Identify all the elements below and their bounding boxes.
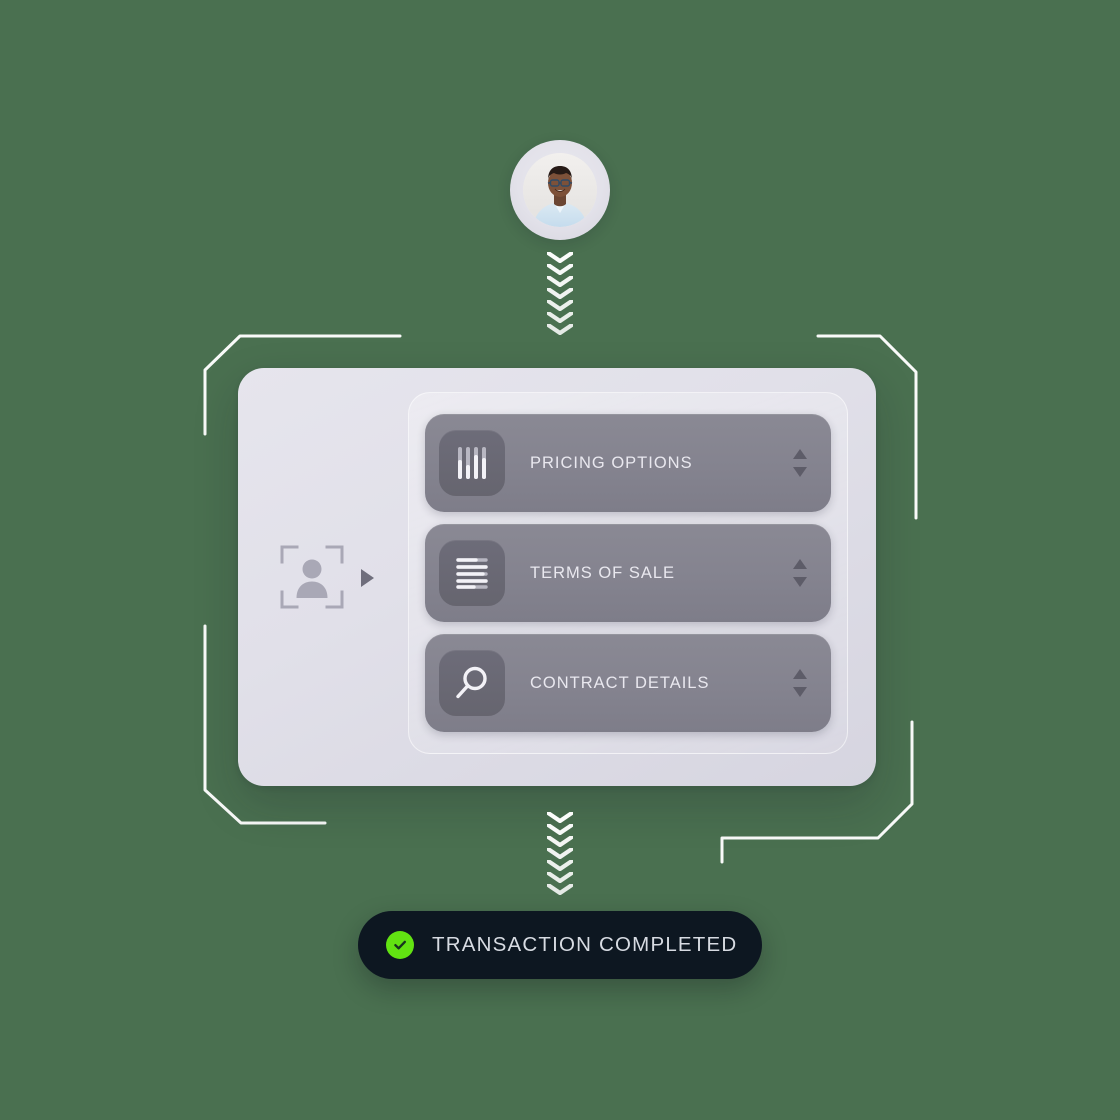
flow-arrows-top [530,252,590,336]
avatar[interactable] [510,140,610,240]
list-item[interactable]: CONTRACT DETAILS [425,634,831,732]
list-item-label: PRICING OPTIONS [530,453,693,472]
chevron-down-icon [547,300,573,311]
list-item-label: TERMS OF SALE [530,563,676,582]
chevron-down-icon [547,824,573,835]
chevron-down-icon [547,324,573,335]
list-item[interactable]: TERMS OF SALE [425,524,831,622]
check-circle-icon [386,931,414,959]
equalizer-sliders-icon [439,430,505,496]
up-down-stepper-icon[interactable] [791,666,809,700]
play-triangle-icon[interactable] [359,568,375,588]
illustration-stage: PRICING OPTIONS TERMS OF SALE CONTRACT D… [0,0,1120,1120]
status-badge[interactable]: TRANSACTION COMPLETED [358,911,762,979]
chevron-down-icon [547,812,573,823]
document-lines-icon [439,540,505,606]
chevron-down-icon [547,312,573,323]
list-item[interactable]: PRICING OPTIONS [425,414,831,512]
list-item-label: CONTRACT DETAILS [530,673,710,692]
chevron-down-icon [547,252,573,263]
chevron-down-icon [547,860,573,871]
chevron-down-icon [547,288,573,299]
chevron-down-icon [547,848,573,859]
flow-arrows-bottom [530,812,590,896]
chevron-down-icon [547,836,573,847]
up-down-stepper-icon[interactable] [791,446,809,480]
chevron-down-icon [547,264,573,275]
identity-scan-group [238,368,410,786]
status-badge-label: TRANSACTION COMPLETED [432,933,738,956]
chevron-down-icon [547,276,573,287]
face-scan-icon[interactable] [279,544,345,610]
chevron-down-icon [547,872,573,883]
chevron-down-icon [547,884,573,895]
up-down-stepper-icon[interactable] [791,556,809,590]
magnifier-search-icon [439,650,505,716]
options-panel: PRICING OPTIONS TERMS OF SALE CONTRACT D… [408,392,848,754]
avatar-photo [523,153,597,227]
